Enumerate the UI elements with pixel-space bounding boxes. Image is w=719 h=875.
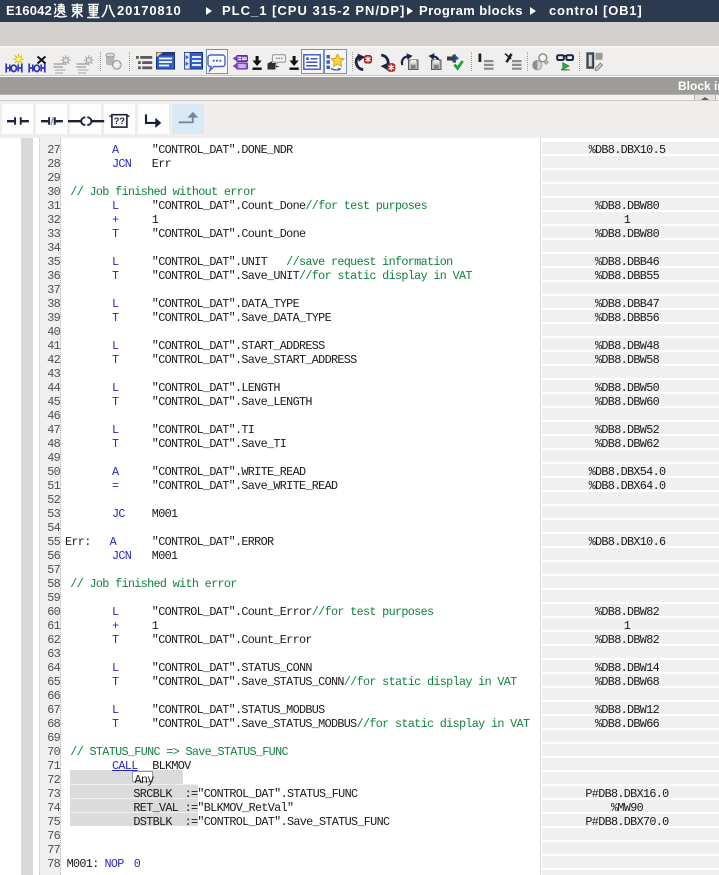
svg-text:??: ?? [114,116,125,126]
